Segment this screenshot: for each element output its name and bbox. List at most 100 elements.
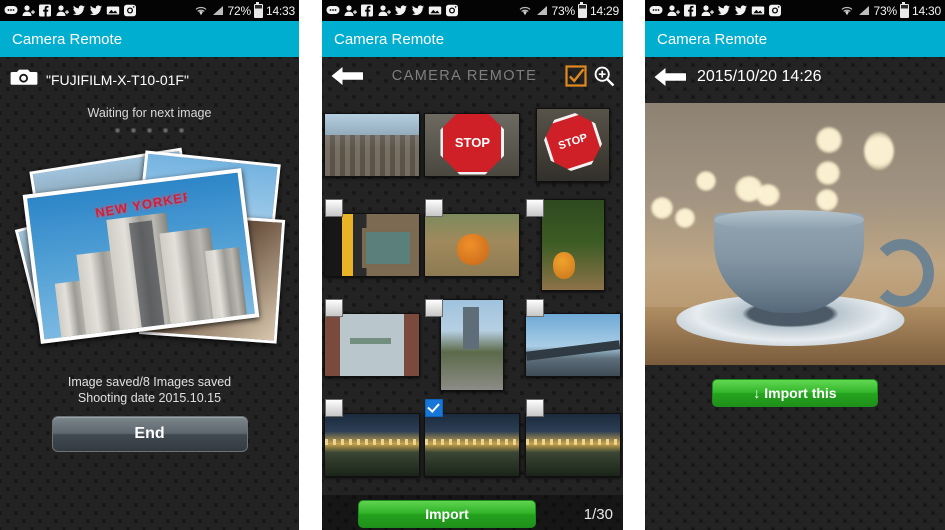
- stack-photo-front-building: NEW YORKER: [22, 168, 259, 344]
- contact-add-icon: [343, 4, 357, 17]
- back-arrow-icon[interactable]: [653, 65, 687, 89]
- grid-panel: 73% 14:29 Camera Remote CAMERA REMOTE ST…: [322, 0, 623, 530]
- thumbnail-night-skyline-b[interactable]: [424, 413, 521, 477]
- app-title: Camera Remote: [657, 30, 768, 48]
- status-bar-system-icons: 73% 14:30: [840, 1, 941, 18]
- message-icon: [326, 4, 340, 17]
- end-button[interactable]: End: [51, 416, 248, 452]
- magnifier-plus-icon[interactable]: [593, 65, 615, 87]
- thumbnail-row: [322, 295, 623, 395]
- thumbnail-cell[interactable]: [424, 295, 520, 395]
- battery-percent: 73%: [873, 3, 898, 18]
- thumbnail-cell[interactable]: [524, 295, 621, 395]
- thumbnail-garage-door-graffiti[interactable]: [324, 313, 421, 377]
- status-bar: 73% 14:29: [322, 0, 623, 21]
- bokeh-light: [816, 189, 838, 212]
- thumbnail-cell[interactable]: STOP: [424, 95, 521, 195]
- loading-dot: [131, 128, 136, 133]
- photo-icon: [751, 4, 765, 17]
- thumbnail-night-skyline-c[interactable]: [524, 413, 621, 477]
- contact-add-icon: [666, 4, 680, 17]
- twitter-icon: [72, 4, 86, 17]
- photo-stack: NEW YORKER: [14, 147, 285, 350]
- bokeh-light: [756, 184, 780, 207]
- instagram-icon: [123, 4, 137, 17]
- thumbnail-checkbox[interactable]: [525, 299, 544, 317]
- thumbnail-pumpkin-snowman[interactable]: [540, 199, 605, 291]
- coffee-cup-photo[interactable]: [645, 103, 945, 365]
- waiting-text: Waiting for next image: [87, 106, 212, 120]
- battery-percent: 73%: [551, 3, 576, 18]
- saved-status: Image saved/8 Images saved Shooting date…: [0, 374, 299, 406]
- detail-panel: 73% 14:30 Camera Remote 2015/10/20 14:26: [645, 0, 945, 530]
- app-bar: Camera Remote: [645, 21, 945, 57]
- back-arrow-icon[interactable]: [330, 64, 364, 88]
- thumbnail-cell[interactable]: [324, 295, 421, 395]
- thumbnail-cell[interactable]: [324, 195, 421, 295]
- thumbnail-night-skyline-a[interactable]: [324, 413, 421, 477]
- signal-icon: [211, 4, 225, 17]
- status-bar-notification-icons: [649, 4, 840, 17]
- thumbnail-brooklyn-bridge-walkway[interactable]: [324, 113, 421, 177]
- app-title: Camera Remote: [12, 30, 123, 48]
- status-bar-notification-icons: [4, 4, 194, 17]
- thumbnail-checkbox-selected[interactable]: [425, 399, 444, 417]
- grid-title: CAMERA REMOTE: [391, 68, 538, 84]
- import-this-button[interactable]: ↓ Import this: [712, 379, 878, 407]
- thumbnail-cell[interactable]: [324, 95, 421, 195]
- checkbox-checked-icon[interactable]: [565, 65, 587, 87]
- import-this-bar: ↓ Import this: [645, 371, 945, 415]
- status-bar: 73% 14:30: [645, 0, 945, 21]
- thumbnail-cell[interactable]: STOP: [525, 95, 621, 195]
- thumbnail-checkbox[interactable]: [325, 199, 344, 217]
- thumbnail-pumpkin-harvest[interactable]: [424, 213, 521, 277]
- clock: 14:29: [589, 3, 619, 18]
- thumbnail-checkbox[interactable]: [325, 399, 344, 417]
- twitter-icon: [394, 4, 408, 17]
- screenshot-stage: 72% 14:33 Camera Remote "FUJIFILM-X-T10-…: [0, 0, 945, 530]
- detail-photo-wrap: [645, 97, 945, 371]
- loading-dot: [179, 128, 184, 133]
- thumbnail-checkbox[interactable]: [325, 299, 344, 317]
- building-photo: NEW YORKER: [26, 172, 255, 340]
- cup-handle: [870, 239, 934, 308]
- thumbnail-cell[interactable]: [525, 195, 621, 295]
- status-bar-notification-icons: [326, 4, 518, 17]
- facebook-icon: [360, 4, 374, 17]
- import-button[interactable]: Import: [358, 500, 536, 528]
- message-icon: [4, 4, 18, 17]
- thumbnail-cell[interactable]: [524, 395, 621, 495]
- thumbnail-cell[interactable]: [324, 395, 421, 495]
- grid-toolbar: CAMERA REMOTE: [322, 57, 623, 95]
- detail-body: 2015/10/20 14:26 ↓ Import this: [645, 57, 945, 530]
- status-bar-system-icons: 73% 14:29: [518, 1, 619, 18]
- detail-toolbar: 2015/10/20 14:26: [645, 57, 945, 97]
- thumbnail-stop-sign-tunnel[interactable]: STOP: [535, 108, 610, 182]
- bokeh-light: [816, 126, 842, 153]
- thumbnail-checkbox[interactable]: [425, 199, 444, 217]
- bokeh-light: [675, 207, 695, 228]
- waiting-panel: 72% 14:33 Camera Remote "FUJIFILM-X-T10-…: [0, 0, 299, 530]
- message-icon: [649, 4, 663, 17]
- thumbnail-stop-sign-closeup[interactable]: STOP: [424, 113, 521, 177]
- instagram-icon: [768, 4, 782, 17]
- thumbnail-grid: STOP STOP: [322, 95, 623, 495]
- thumbnail-checkbox[interactable]: [425, 299, 444, 317]
- clock: 14:30: [911, 3, 941, 18]
- thumbnail-cell[interactable]: [424, 395, 521, 495]
- contact-add-icon: [700, 4, 714, 17]
- thumbnail-cell[interactable]: [424, 195, 521, 295]
- thumbnail-row: [322, 395, 623, 495]
- twitter-icon: [717, 4, 731, 17]
- app-title: Camera Remote: [334, 30, 445, 48]
- thumbnail-bridge-skyline[interactable]: [524, 313, 621, 377]
- thumbnail-yellow-post-window[interactable]: [324, 213, 421, 277]
- thumbnail-checkbox[interactable]: [525, 399, 544, 417]
- thumbnail-checkbox[interactable]: [525, 199, 544, 217]
- photo-icon: [428, 4, 442, 17]
- thumbnail-bridge-tower[interactable]: [440, 299, 505, 391]
- facebook-icon: [38, 4, 52, 17]
- wifi-icon: [518, 4, 532, 17]
- instagram-icon: [445, 4, 459, 17]
- facebook-icon: [683, 4, 697, 17]
